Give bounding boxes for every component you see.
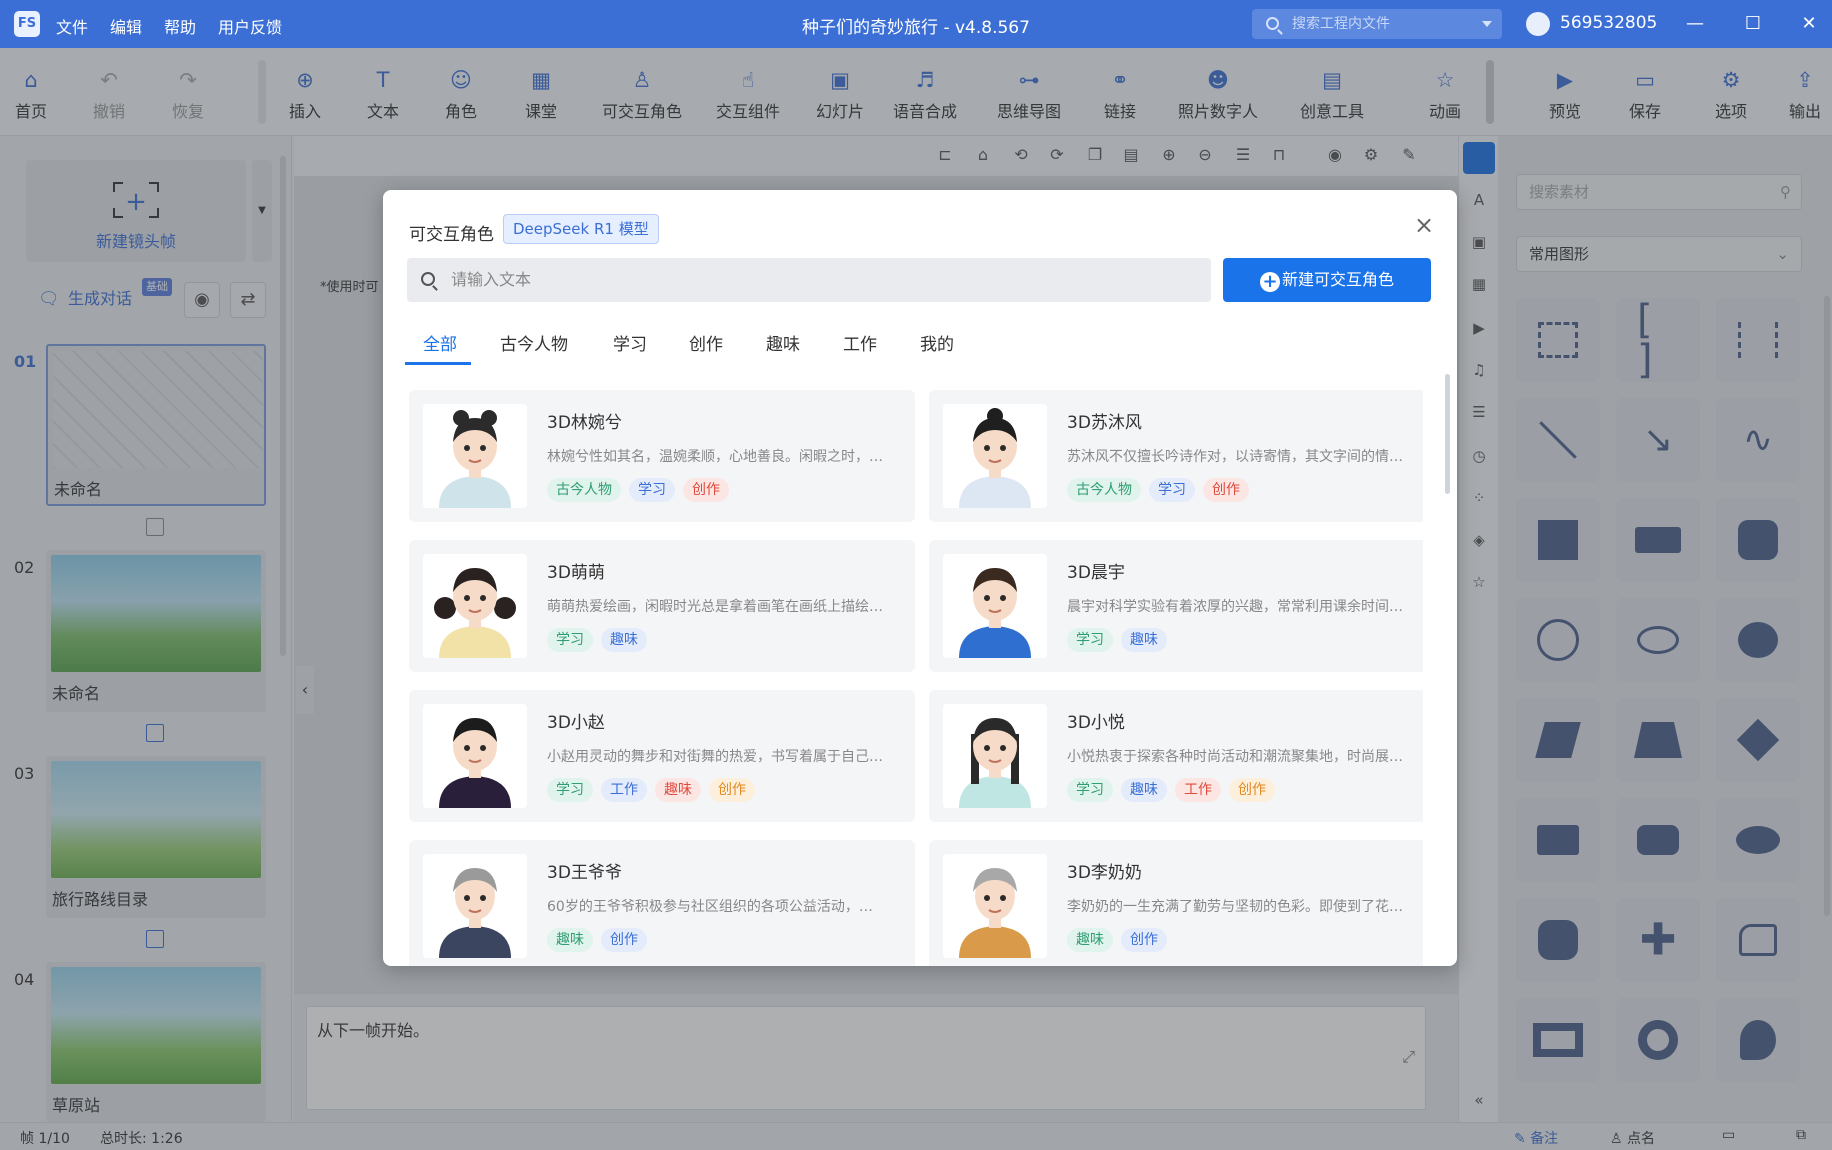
character-avatar — [423, 854, 527, 958]
character-name: 3D萌萌 — [547, 563, 605, 583]
category-tag: 创作 — [709, 778, 755, 802]
character-name: 3D晨宇 — [1067, 563, 1125, 583]
category-tag: 趣味 — [1067, 928, 1113, 952]
dialog-close-button[interactable]: × — [1409, 210, 1439, 240]
menu-edit[interactable]: 编辑 — [110, 14, 142, 38]
close-button[interactable]: ✕ — [1794, 10, 1824, 38]
character-name: 3D小悦 — [1067, 713, 1125, 733]
character-name: 3D王爷爷 — [547, 863, 622, 883]
project-search-input[interactable]: 搜索工程内文件 — [1252, 9, 1502, 39]
category-tag: 创作 — [1203, 478, 1249, 502]
close-icon: × — [1413, 211, 1435, 239]
character-avatar — [943, 554, 1047, 658]
character-card[interactable]: 3D萌萌萌萌热爱绘画，闲暇时光总是拿着画笔在画纸上描绘… 学习 趣味 — [409, 540, 915, 672]
character-card[interactable]: 3D小悦小悦热衷于探索各种时尚活动和潮流聚集地，时尚展… 学习 趣味 工作 创作 — [929, 690, 1423, 822]
tag-list: 古今人物 学习 创作 — [547, 478, 737, 502]
category-tag: 工作 — [601, 778, 647, 802]
new-interactive-character-button[interactable]: + 新建可交互角色 — [1223, 258, 1431, 302]
category-tag: 趣味 — [547, 928, 593, 952]
character-description: 林婉兮性如其名，温婉柔顺，心地善良。闲暇之时，… — [547, 449, 883, 465]
category-tag: 趣味 — [1121, 628, 1167, 652]
character-name: 3D小赵 — [547, 713, 605, 733]
tab-mine[interactable]: 我的 — [920, 330, 954, 355]
tag-list: 学习 工作 趣味 创作 — [547, 778, 763, 802]
maximize-button[interactable]: ☐ — [1738, 10, 1768, 38]
character-card[interactable]: 3D李奶奶李奶奶的一生充满了勤劳与坚韧的色彩。即使到了花… 趣味 创作 — [929, 840, 1423, 966]
category-tag: 趣味 — [601, 628, 647, 652]
tag-list: 古今人物 学习 创作 — [1067, 478, 1257, 502]
character-description: 60岁的王爷爷积极参与社区组织的各项公益活动，… — [547, 899, 873, 915]
dialog-scrollbar[interactable] — [1445, 374, 1450, 494]
character-avatar — [423, 704, 527, 808]
character-card[interactable]: 3D林婉兮林婉兮性如其名，温婉柔顺，心地善良。闲暇之时，… 古今人物 学习 创作 — [409, 390, 915, 522]
character-name: 3D林婉兮 — [547, 413, 622, 433]
character-description: 李奶奶的一生充满了勤劳与坚韧的色彩。即使到了花… — [1067, 899, 1403, 915]
character-name: 3D苏沐风 — [1067, 413, 1142, 433]
tab-study[interactable]: 学习 — [613, 330, 647, 355]
menu-file[interactable]: 文件 — [56, 14, 88, 38]
tab-fun[interactable]: 趣味 — [766, 330, 800, 355]
character-avatar — [943, 704, 1047, 808]
tag-list: 学习 趣味 — [547, 628, 655, 652]
character-avatar — [423, 554, 527, 658]
chevron-down-icon[interactable] — [1482, 21, 1492, 27]
category-tag: 学习 — [1067, 628, 1113, 652]
category-tag: 创作 — [1229, 778, 1275, 802]
character-card[interactable]: 3D小赵小赵用灵动的舞步和对街舞的热爱，书写着属于自己… 学习 工作 趣味 创作 — [409, 690, 915, 822]
tag-list: 学习 趣味 工作 创作 — [1067, 778, 1283, 802]
tag-list: 趣味 创作 — [1067, 928, 1175, 952]
tag-list: 趣味 创作 — [547, 928, 655, 952]
character-card[interactable]: 3D苏沐风苏沐风不仅擅长吟诗作对，以诗寄情，其文字间的情… 古今人物 学习 创作 — [929, 390, 1423, 522]
character-description: 苏沐风不仅擅长吟诗作对，以诗寄情，其文字间的情… — [1067, 449, 1403, 465]
active-tab-indicator — [405, 362, 471, 365]
search-icon — [1266, 17, 1279, 30]
character-search-input[interactable]: 请输入文本 — [407, 258, 1211, 302]
dialog-title: 可交互角色 — [409, 225, 494, 245]
character-name: 3D李奶奶 — [1067, 863, 1142, 883]
category-tag: 学习 — [1149, 478, 1195, 502]
menu-help[interactable]: 帮助 — [164, 14, 196, 38]
title-bar: FS 文件 编辑 帮助 用户反馈 种子们的奇妙旅行 - v4.8.567 搜索工… — [0, 0, 1832, 48]
category-tag: 工作 — [1175, 778, 1221, 802]
character-avatar — [943, 854, 1047, 958]
user-avatar[interactable] — [1526, 12, 1550, 36]
category-tag: 学习 — [629, 478, 675, 502]
interactive-character-dialog: 可交互角色 DeepSeek R1 模型 × 请输入文本 + 新建可交互角色 全部… — [383, 190, 1457, 966]
character-description: 晨宇对科学实验有着浓厚的兴趣，常常利用课余时间… — [1067, 599, 1403, 615]
character-avatar — [423, 404, 527, 508]
category-tag: 创作 — [1121, 928, 1167, 952]
character-card[interactable]: 3D晨宇晨宇对科学实验有着浓厚的兴趣，常常利用课余时间… 学习 趣味 — [929, 540, 1423, 672]
model-tag: DeepSeek R1 模型 — [503, 214, 659, 244]
character-card[interactable]: 3D王爷爷 60岁的王爷爷积极参与社区组织的各项公益活动，… 趣味 创作 — [409, 840, 915, 966]
tag-list: 学习 趣味 — [1067, 628, 1175, 652]
category-tag: 学习 — [547, 778, 593, 802]
menu-feedback[interactable]: 用户反馈 — [218, 14, 282, 38]
category-tag: 学习 — [1067, 778, 1113, 802]
category-tag: 创作 — [683, 478, 729, 502]
plus-circle-icon: + — [1259, 272, 1280, 292]
character-description: 萌萌热爱绘画，闲暇时光总是拿着画笔在画纸上描绘… — [547, 599, 883, 615]
category-tag: 趣味 — [655, 778, 701, 802]
app-logo: FS — [14, 11, 40, 37]
minimize-button[interactable]: — — [1680, 10, 1710, 38]
category-tag: 学习 — [547, 628, 593, 652]
category-tag: 古今人物 — [547, 478, 621, 502]
tab-figures[interactable]: 古今人物 — [500, 330, 568, 355]
category-tag: 创作 — [601, 928, 647, 952]
character-avatar — [943, 404, 1047, 508]
tab-all[interactable]: 全部 — [423, 330, 457, 355]
character-grid: 3D林婉兮 林婉兮性如其名，温婉柔顺，心地善良。闲暇之时，… 古今人物 学习 创作 3D苏… — [409, 390, 1423, 966]
user-id: 569532805 — [1560, 13, 1658, 33]
category-tag: 趣味 — [1121, 778, 1167, 802]
search-icon — [421, 272, 435, 286]
category-tag: 古今人物 — [1067, 478, 1141, 502]
character-description: 小悦热衷于探索各种时尚活动和潮流聚集地，时尚展… — [1067, 749, 1403, 765]
character-description: 小赵用灵动的舞步和对街舞的热爱，书写着属于自己… — [547, 749, 883, 765]
tab-creation[interactable]: 创作 — [689, 330, 723, 355]
tab-work[interactable]: 工作 — [843, 330, 877, 355]
